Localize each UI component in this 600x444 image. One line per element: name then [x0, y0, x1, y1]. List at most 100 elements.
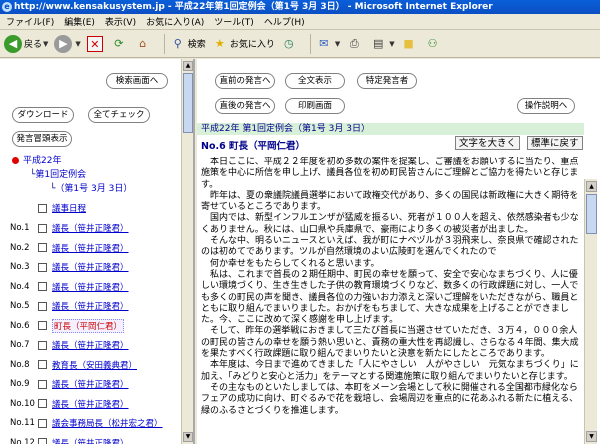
history-button[interactable]: ◷	[281, 36, 299, 52]
speaker-link[interactable]: 議長（笹井正隆君）	[52, 300, 129, 312]
speaker-number: No.7	[10, 340, 30, 350]
printer-icon: ⎙	[349, 36, 359, 50]
history-icon: ◷	[284, 36, 294, 50]
dropdown-arrow-icon: ▼	[75, 39, 81, 48]
messenger-button[interactable]: ⚇	[425, 36, 443, 52]
back-button[interactable]: ◀ 戻る ▼	[4, 34, 49, 53]
speaker-link[interactable]: 議長（笹井正隆君）	[52, 437, 129, 444]
speaker-link[interactable]: 議会事務局長（松井宏之君）	[52, 417, 163, 429]
folder-button[interactable]: ■	[401, 36, 419, 52]
speaker-link[interactable]: 議長（笹井正隆君）	[52, 242, 129, 254]
print-screen-button[interactable]: 印刷画面	[285, 98, 345, 114]
schedule-link[interactable]: 議事日程	[52, 202, 86, 214]
menu-tools[interactable]: ツール(T)	[214, 15, 254, 28]
tree-session[interactable]: └第1回定例会	[30, 167, 86, 180]
speaker-link[interactable]: 町長（平岡仁君）	[52, 318, 125, 333]
full-text-button[interactable]: 全文表示	[285, 73, 345, 89]
download-button[interactable]: ダウンロード	[12, 107, 74, 123]
edit-icon: ▤	[373, 36, 384, 50]
home-button[interactable]: ⌂	[135, 36, 153, 52]
speaker-checkbox[interactable]	[38, 282, 47, 291]
search-button[interactable]: ⚲ 検索	[170, 36, 206, 52]
right-scrollbar[interactable]: ▲ ▼	[584, 179, 597, 444]
edit-button[interactable]: ▤ ▼	[370, 36, 395, 52]
scroll-up-icon[interactable]: ▲	[183, 61, 193, 71]
mail-button[interactable]: ✉ ▼	[316, 36, 340, 52]
dropdown-arrow-icon: ▼	[43, 39, 49, 48]
current-marker-icon	[12, 157, 19, 164]
toolbar-separator	[163, 33, 165, 54]
speaker-list-button[interactable]: 発言冒頭表示	[12, 131, 72, 147]
check-all-button[interactable]: 全てチェック	[88, 107, 150, 123]
stop-button[interactable]: ✕	[86, 35, 105, 52]
stop-icon: ✕	[86, 35, 103, 52]
menu-help[interactable]: ヘルプ(H)	[264, 15, 305, 28]
speaker-row: No.3 議長（笹井正隆君）	[10, 260, 129, 274]
menu-view[interactable]: 表示(V)	[105, 15, 136, 28]
next-speaker-button[interactable]: 直後の発言へ	[215, 98, 275, 114]
speaker-checkbox[interactable]	[38, 418, 47, 428]
schedule-checkbox[interactable]	[38, 203, 47, 213]
speaker-checkbox[interactable]	[38, 321, 47, 330]
scroll-down-icon[interactable]: ▼	[586, 431, 597, 442]
standard-size-button[interactable]: 標準に戻す	[527, 136, 583, 150]
speaker-number: No.5	[10, 301, 30, 311]
help-button[interactable]: 操作説明へ	[517, 98, 575, 114]
speaker-number: No.6	[10, 320, 30, 331]
left-navigation-pane: 検索画面へ ダウンロード 全てチェック 発言冒頭表示 平成22年 └第1回定例会…	[0, 59, 195, 444]
speaker-checkbox[interactable]	[38, 438, 47, 444]
speaker-link[interactable]: 議長（笹井正隆君）	[52, 281, 129, 293]
scroll-thumb[interactable]	[586, 194, 597, 234]
speaker-checkbox[interactable]	[38, 243, 47, 252]
transcript-body: 本日ここに、平成２２年度を初め多数の案件を提案し、ご審議をお願いするに当たり、重…	[201, 157, 581, 444]
forward-button[interactable]: ▶ ▼	[54, 34, 81, 53]
menu-file[interactable]: ファイル(F)	[6, 15, 54, 28]
speaker-row: No.7 議長（笹井正隆君）	[10, 338, 129, 352]
speaker-checkbox[interactable]	[38, 360, 47, 369]
transcript-paragraph: そんな中、明るいニュースといえば、我が町にナベヅルが３羽飛来し、奈良県で確認され…	[201, 236, 579, 258]
mail-icon: ✉	[319, 36, 329, 50]
tree-meeting[interactable]: └（第1号 3月 3日）	[50, 181, 132, 194]
menu-edit[interactable]: 編集(E)	[64, 15, 95, 28]
prev-speaker-button[interactable]: 直前の発言へ	[215, 73, 275, 89]
favorites-button[interactable]: ★ お気に入り	[212, 36, 275, 52]
toolbar-separator	[309, 33, 311, 54]
window-title-bar: e http://www.kensakusystem.jp - 平成22年第1回…	[0, 0, 600, 14]
speaker-checkbox[interactable]	[38, 223, 47, 233]
speaker-checkbox[interactable]	[38, 340, 47, 350]
left-scrollbar[interactable]: ▲ ▼	[181, 59, 193, 444]
scroll-up-icon[interactable]: ▲	[586, 181, 597, 192]
speaker-checkbox[interactable]	[38, 379, 47, 389]
speaker-link[interactable]: 議長（笹井正隆君）	[52, 261, 129, 273]
speaker-row: No.12 議長（笹井正隆君）	[10, 436, 129, 444]
transcript-paragraph: 私は、これまで首長の２期任期中、町民の幸せを願って、安全で安心なまちづくり、人に…	[201, 269, 579, 326]
speaker-checkbox[interactable]	[38, 301, 47, 311]
speaker-row: No.10 議長（笹井正隆君）	[10, 397, 129, 411]
specific-speaker-button[interactable]: 特定発言者	[357, 73, 417, 89]
messenger-icon: ⚇	[427, 36, 438, 50]
menu-favorites[interactable]: お気に入り(A)	[146, 15, 204, 28]
speaker-link[interactable]: 議長（笹井正隆君）	[52, 398, 129, 410]
ie-icon: e	[2, 2, 12, 12]
scroll-down-icon[interactable]: ▼	[183, 432, 193, 442]
browser-toolbar: ◀ 戻る ▼ ▶ ▼ ✕ ⟳ ⌂ ⚲ 検索 ★ お気に入り ◷ ✉ ▼ ⎙ ▤ …	[0, 30, 600, 58]
speaker-link[interactable]: 議長（笹井正隆君）	[52, 222, 129, 234]
print-button[interactable]: ⎙	[346, 36, 364, 52]
speaker-heading-bar: No.6 町長（平岡仁君） 文字を大きく 標準に戻す	[197, 136, 584, 153]
tree-year[interactable]: 平成22年	[12, 153, 61, 166]
transcript-paragraph: 本年度は、今日まで進めてきました「人にやさしい 人がやさしい 元気なまちづくり」…	[201, 360, 579, 382]
back-label: 戻る	[24, 40, 43, 50]
speaker-number: No.1	[10, 223, 30, 233]
enlarge-text-button[interactable]: 文字を大きく	[455, 136, 521, 150]
refresh-button[interactable]: ⟳	[111, 36, 129, 52]
speaker-link[interactable]: 議長（笹井正隆君）	[52, 339, 129, 351]
scroll-thumb[interactable]	[183, 73, 193, 133]
speaker-link[interactable]: 教育長（安田義典君）	[52, 359, 137, 371]
transcript-paragraph: 本日ここに、平成２２年度を初め多数の案件を提案し、ご審議をお願いするに当たり、重…	[201, 157, 579, 190]
speaker-row: No.1 議長（笹井正隆君）	[10, 221, 129, 235]
folder-icon: ■	[403, 36, 414, 50]
search-screen-button[interactable]: 検索画面へ	[106, 73, 168, 89]
speaker-link[interactable]: 議長（笹井正隆君）	[52, 378, 129, 390]
speaker-checkbox[interactable]	[38, 399, 47, 408]
speaker-checkbox[interactable]	[38, 262, 47, 272]
